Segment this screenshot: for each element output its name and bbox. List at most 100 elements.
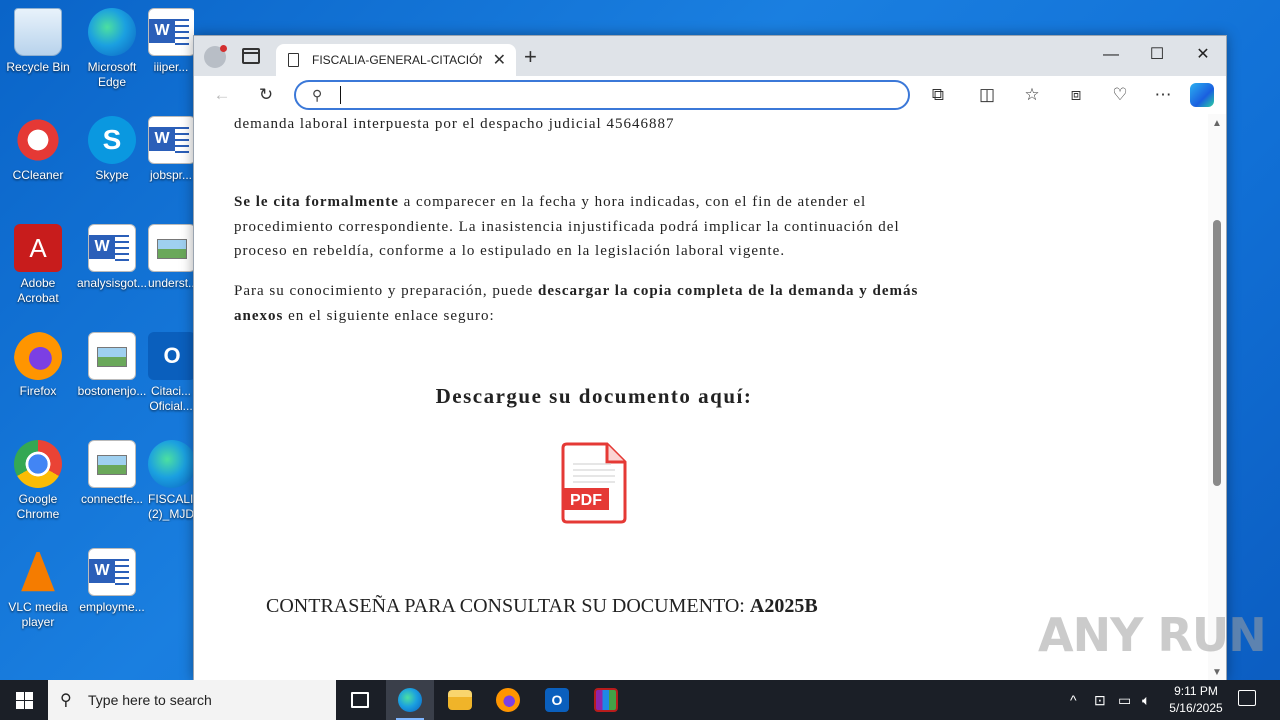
close-window-button[interactable]: ✕ [1180,40,1226,70]
chrome-icon [14,440,62,488]
collections-icon[interactable]: ⧈ [1062,82,1090,108]
recycle-bin-icon [14,8,62,56]
edge-icon [398,688,422,712]
desktop-icon-skype[interactable]: S Skype [74,116,150,183]
desktop-icon-edge[interactable]: Microsoft Edge [74,8,150,90]
tab-actions-icon[interactable] [242,48,260,64]
page-scrollbar[interactable]: ▲ ▼ [1208,114,1226,680]
word-document-icon: W [148,8,194,56]
edge-icon [88,8,136,56]
taskbar-outlook[interactable]: O [533,680,581,720]
vlc-icon [21,548,55,592]
firefox-icon [14,332,62,380]
pdf-download-icon[interactable]: PDF [561,442,627,524]
desktop-icon-recycle-bin[interactable]: Recycle Bin [0,8,76,75]
firefox-icon [496,688,520,712]
volume-icon[interactable]: 🔈︎ [1142,680,1150,720]
profile-icon[interactable] [204,45,227,68]
desktop-icon-label: FISCALI... (2)_MJD... [148,492,194,521]
desktop-icon-chrome[interactable]: Google Chrome [0,440,76,522]
extensions-icon[interactable]: ⧉ [924,82,952,108]
browser-essentials-icon[interactable]: ♡ [1106,82,1134,108]
maximize-button[interactable]: ☐ [1134,40,1180,70]
clock-time: 9:11 PM [1174,684,1218,698]
desktop-icon-firefox[interactable]: Firefox [0,332,76,399]
paragraph-download: Para su conocimiento y preparación, pued… [234,279,954,328]
new-tab-button[interactable]: + [524,44,537,70]
desktop-icon-image-file[interactable]: connectfe... [74,440,150,507]
clock-date: 5/16/2025 [1169,701,1223,715]
desktop-icon-edge-file[interactable]: FISCALI... (2)_MJD... [148,440,194,522]
text-line: demanda laboral interpuesta por el despa… [234,116,675,132]
paragraph-text: en el siguiente enlace seguro: [283,307,495,324]
desktop-icon-outlook-file[interactable]: O Citaci... Oficial... [148,332,194,414]
browser-toolbar: ← ↻ ⚲ ⧉ ◫ ☆ ⧈ ♡ ⋯ [194,76,1226,114]
task-view-icon [351,692,369,708]
device-icon[interactable]: ⊡ [1094,680,1106,720]
taskbar-edge[interactable] [386,680,434,720]
paragraph-citation: Se le cita formalmente a comparecer en l… [234,190,954,264]
outlook-icon: O [545,688,569,712]
desktop-icon-label: bostonenjo... [77,384,147,398]
desktop-icon-label: Google Chrome [16,492,60,521]
browser-window: FISCALIA-GENERAL-CITACIÓN-P ✕ + — ☐ ✕ ← … [193,35,1227,680]
desktop-icon-label: iiiper... [153,60,189,74]
address-bar[interactable]: ⚲ [294,80,910,110]
scrollbar-thumb[interactable] [1213,220,1221,486]
notification-icon[interactable] [1238,690,1256,706]
taskbar-winrar[interactable] [582,680,630,720]
show-hidden-icons[interactable]: ^ [1070,680,1077,720]
desktop-icon-label: Adobe Acrobat [17,276,59,305]
windows-logo-icon [16,692,24,700]
network-icon[interactable]: ▭ [1118,680,1131,720]
desktop-icon-ccleaner[interactable]: CCleaner [0,116,76,183]
taskbar-clock[interactable]: 9:11 PM 5/16/2025 [1160,683,1232,717]
outlook-icon: O [148,332,194,380]
taskbar: ⚲ Type here to search O ^ ⊡ ▭ 🔈︎ 9:11 PM… [0,680,1280,720]
download-heading: Descargue su documento aquí: [435,384,753,408]
scroll-down-icon[interactable]: ▼ [1212,667,1222,678]
title-bar: FISCALIA-GENERAL-CITACIÓN-P ✕ + — ☐ ✕ [194,36,1226,76]
bold-text: Se le cita formalmente [234,194,399,210]
document-icon [288,53,299,67]
start-button[interactable] [0,680,48,720]
image-file-icon [88,440,136,488]
desktop-icon-acrobat[interactable]: A Adobe Acrobat [0,224,76,306]
favorites-icon[interactable]: ☆ [1018,82,1046,108]
taskbar-file-explorer[interactable] [436,680,484,720]
acrobat-icon: A [14,224,62,272]
desktop-icon-label: Microsoft Edge [87,60,137,89]
taskbar-firefox[interactable] [484,680,532,720]
desktop-icon-label: Firefox [19,384,57,398]
minimize-button[interactable]: — [1088,40,1134,70]
more-options-icon[interactable]: ⋯ [1149,82,1177,108]
anyrun-watermark: ANY RUN [1038,608,1267,662]
search-icon: ⚲ [312,87,323,103]
desktop-icon-word-file[interactable]: W iiiper... [148,8,194,75]
taskbar-search[interactable]: ⚲ Type here to search [48,680,336,720]
ccleaner-icon [14,116,62,164]
desktop-icon-image-file[interactable]: bostonenjo... [74,332,150,399]
copilot-icon[interactable] [1190,83,1214,107]
refresh-button[interactable]: ↻ [252,82,280,108]
back-button[interactable]: ← [208,82,236,108]
tab-title: FISCALIA-GENERAL-CITACIÓN-P [312,53,482,67]
edge-icon [148,440,194,488]
word-document-icon: W [88,224,136,272]
desktop-icon-word-file[interactable]: W jobspr... [148,116,194,183]
split-screen-icon[interactable]: ◫ [973,82,1001,108]
close-tab-button[interactable]: ✕ [493,50,506,70]
desktop-icon-word-file[interactable]: W employme... [74,548,150,615]
paragraph-text: Para su conocimiento y preparación, pued… [234,283,538,299]
scroll-up-icon[interactable]: ▲ [1212,118,1222,129]
desktop-icon-image-file[interactable]: underst... [148,224,194,291]
address-input[interactable] [340,86,880,104]
desktop-icon-vlc[interactable]: VLC media player [0,548,76,630]
desktop-icon-label: CCleaner [12,168,64,182]
desktop-icon-label: jobspr... [149,168,193,182]
image-file-icon [148,224,194,272]
word-document-icon: W [88,548,136,596]
task-view-button[interactable] [336,680,384,720]
desktop-icon-word-file[interactable]: W analysisgot... [74,224,150,291]
tab-active[interactable]: FISCALIA-GENERAL-CITACIÓN-P ✕ [276,44,516,76]
